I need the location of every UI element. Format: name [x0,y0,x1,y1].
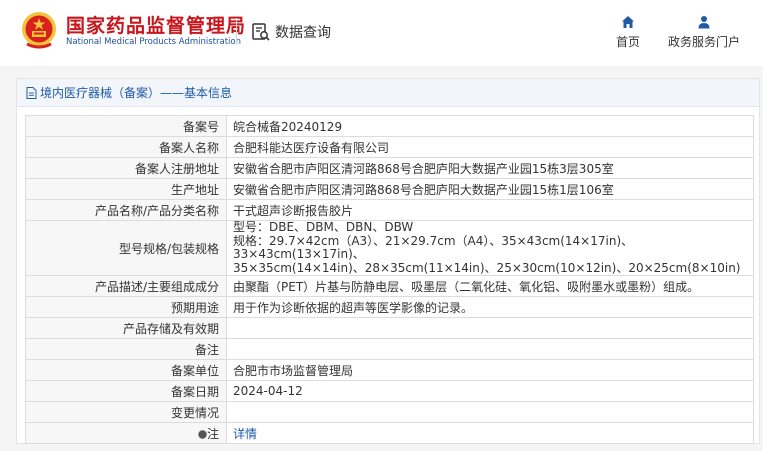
row-key: 备案单位 [25,359,227,381]
row-key: 产品名称/产品分类名称 [25,199,227,221]
row-value [226,338,754,360]
table-row: 产品存储及有效期 [25,317,754,339]
nav-home-label: 首页 [615,35,640,49]
site-header: 国家药品监督管理局 National Medical Products Admi… [0,0,763,66]
row-value: 详情 [226,422,754,444]
table-row: 注 详情 [25,422,754,444]
home-icon [622,16,634,28]
row-value: 2024-04-12 [226,380,754,402]
row-key: 备案人注册地址 [25,157,227,179]
row-value: 合肥科能达医疗设备有限公司 [226,136,754,158]
detail-panel: 境内医疗器械（备案）——基本信息 备案号 皖合械备20240129 备案人名称 … [16,78,760,444]
record-table: 备案号 皖合械备20240129 备案人名称 合肥科能达医疗设备有限公司 备案人… [25,115,754,444]
table-row: 生产地址 安徽省合肥市庐阳区清河路868号合肥庐阳大数据产业园15栋1层106室 [25,178,754,200]
row-key: 备案号 [25,115,227,137]
row-key: 备案日期 [25,380,227,402]
row-value: 安徽省合肥市庐阳区清河路868号合肥庐阳大数据产业园15栋3层305室 [226,157,754,179]
info-icon [198,429,207,439]
table-row: 备案号 皖合械备20240129 [25,115,754,137]
nav-gov-service-label: 政务服务门户 [667,35,740,49]
data-query-icon [252,23,270,41]
table-row: 预期用途 用于作为诊断依据的超声等医学影像的记录。 [25,296,754,318]
row-value [226,317,754,339]
table-row: 产品描述/主要组成成分 由聚酯（PET）片基与防静电层、吸墨层（二氧化硅、氧化铝… [25,275,754,297]
row-value: 由聚酯（PET）片基与防静电层、吸墨层（二氧化硅、氧化铝、吸附墨水或墨粉）组成。 [226,275,754,297]
nav-gov-service[interactable]: 政务服务门户 [664,15,744,50]
model-line: 型号：DBE、DBM、DBN、DBW [233,220,414,234]
table-row: 变更情况 [25,401,754,423]
table-row: 产品名称/产品分类名称 干式超声诊断报告胶片 [25,199,754,221]
breadcrumb: 境内医疗器械（备案）——基本信息 [17,79,759,107]
row-key: 变更情况 [25,401,227,423]
spec-line: 35×35cm(14×14in)、28×35cm(11×14in)、25×30c… [233,260,741,275]
row-value [226,401,754,423]
row-key: 产品存储及有效期 [25,317,227,339]
nav-home[interactable]: 首页 [612,15,644,50]
header-divider [236,18,237,44]
row-key: 预期用途 [25,296,227,318]
spec-line: 规格：29.7×42cm（A3）、21×29.7cm（A4）、35×43cm(1… [233,233,634,261]
row-value: 安徽省合肥市庐阳区清河路868号合肥庐阳大数据产业园15栋1层106室 [226,178,754,200]
row-key: 备注 [25,338,227,360]
table-row: 型号规格/包装规格 型号：DBE、DBM、DBN、DBW 规格：29.7×42c… [25,220,754,276]
national-emblem-icon [22,12,56,49]
table-row: 备案人名称 合肥科能达医疗设备有限公司 [25,136,754,158]
table-row: 备案人注册地址 安徽省合肥市庐阳区清河路868号合肥庐阳大数据产业园15栋3层3… [25,157,754,179]
data-query-link[interactable]: 数据查询 [251,22,331,42]
data-query-label: 数据查询 [275,25,331,41]
row-value: 用于作为诊断依据的超声等医学影像的记录。 [226,296,754,318]
row-value: 型号：DBE、DBM、DBN、DBW 规格：29.7×42cm（A3）、21×2… [226,220,754,276]
row-value: 合肥市市场监督管理局 [226,359,754,381]
table-row: 备案日期 2024-04-12 [25,380,754,402]
user-icon [698,16,710,29]
row-value: 干式超声诊断报告胶片 [226,199,754,221]
site-title: 国家药品监督管理局 [66,15,247,37]
row-value: 皖合械备20240129 [226,115,754,137]
table-row: 备注 [25,338,754,360]
row-key: 生产地址 [25,178,227,200]
row-key-note: 注 [25,422,227,444]
details-link[interactable]: 详情 [233,427,257,441]
breadcrumb-text: 境内医疗器械（备案）——基本信息 [40,86,233,100]
document-icon [26,86,37,99]
row-key: 型号规格/包装规格 [25,220,227,276]
site-subtitle: National Medical Products Administration [66,37,241,47]
row-key: 产品描述/主要组成成分 [25,275,227,297]
note-label: 注 [206,426,219,441]
table-row: 备案单位 合肥市市场监督管理局 [25,359,754,381]
row-key: 备案人名称 [25,136,227,158]
